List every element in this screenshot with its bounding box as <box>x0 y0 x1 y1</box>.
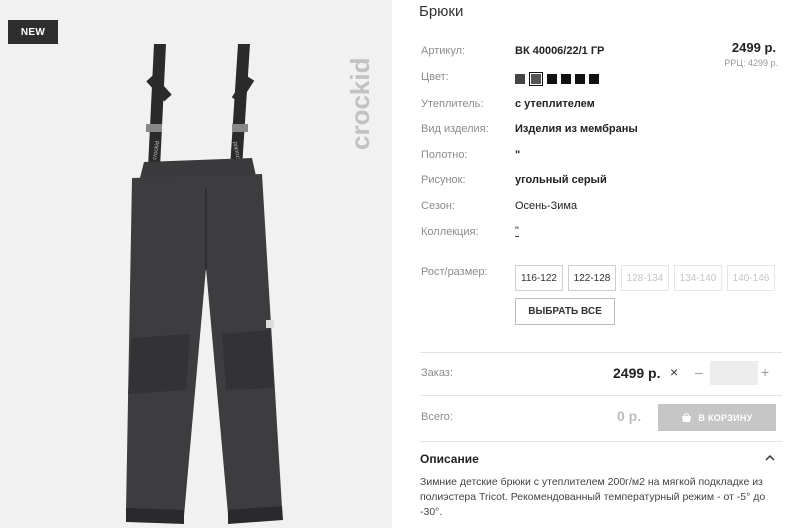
total-label: Всего: <box>421 411 453 423</box>
color-swatch-selected[interactable] <box>529 72 543 86</box>
pattern-label: Рисунок: <box>421 174 466 186</box>
pattern-value: угольный серый <box>515 174 607 186</box>
divider <box>420 395 782 396</box>
size-option[interactable]: 116-122 <box>515 265 563 291</box>
fabric-value: " <box>515 149 521 161</box>
add-to-cart-label: В КОРЗИНУ <box>698 412 753 423</box>
size-option-unavailable: 134-140 <box>674 265 722 291</box>
product-price: 2499 р. <box>731 40 776 55</box>
color-swatch[interactable] <box>547 74 557 84</box>
article-label: Артикул: <box>421 45 466 57</box>
season-label: Сезон: <box>421 200 455 212</box>
recommended-retail-price: РРЦ: 4299 р. <box>724 58 778 68</box>
fabric-label: Полотно: <box>421 149 468 161</box>
order-price: 2499 р. <box>613 365 661 381</box>
size-options: 116-122 122-128 128-134 134-140 140-146 <box>515 265 775 291</box>
total-value: 0 р. <box>617 408 642 424</box>
color-swatch[interactable] <box>575 74 585 84</box>
type-value: Изделия из мембраны <box>515 123 638 135</box>
type-label: Вид изделия: <box>421 123 489 135</box>
color-swatch[interactable] <box>561 74 571 84</box>
color-swatch[interactable] <box>515 74 525 84</box>
size-option-unavailable: 140-146 <box>727 265 775 291</box>
decrease-quantity-button[interactable]: – <box>695 364 703 380</box>
collection-label: Коллекция: <box>421 226 479 238</box>
brand-logo: crockid <box>345 58 375 151</box>
increase-quantity-button[interactable]: + <box>761 364 769 380</box>
product-title: Брюки <box>419 3 464 20</box>
description-text: Зимние детские брюки с утеплителем 200г/… <box>420 476 766 518</box>
size-option-unavailable: 128-134 <box>621 265 669 291</box>
new-badge: NEW <box>8 20 58 44</box>
cart-icon <box>682 412 692 422</box>
collection-link[interactable]: " <box>515 226 519 237</box>
pants-illustration: crockid crockid <box>126 44 283 524</box>
chevron-up-icon[interactable] <box>764 452 776 464</box>
description-heading[interactable]: Описание <box>420 452 479 466</box>
divider <box>420 352 782 353</box>
add-to-cart-button[interactable]: В КОРЗИНУ <box>658 404 776 431</box>
filler-value: с утеплителем <box>515 98 595 110</box>
color-swatch[interactable] <box>589 74 599 84</box>
divider <box>420 441 782 442</box>
product-image[interactable]: NEW crockid crockid crockid <box>0 0 392 528</box>
article-value: ВК 40006/22/1 ГР <box>515 45 605 57</box>
filler-label: Утеплитель: <box>421 98 484 110</box>
select-all-button[interactable]: ВЫБРАТЬ ВСЕ <box>515 298 615 325</box>
size-label: Рост/размер: <box>421 266 488 278</box>
color-label: Цвет: <box>421 71 449 83</box>
quantity-input[interactable] <box>710 361 758 385</box>
season-value: Осень-Зима <box>515 200 578 212</box>
remove-item-icon[interactable]: × <box>670 364 678 380</box>
size-option[interactable]: 122-128 <box>568 265 616 291</box>
color-swatches <box>515 72 599 86</box>
order-label: Заказ: <box>421 367 453 379</box>
brand-logo-text: crockid <box>345 58 375 151</box>
